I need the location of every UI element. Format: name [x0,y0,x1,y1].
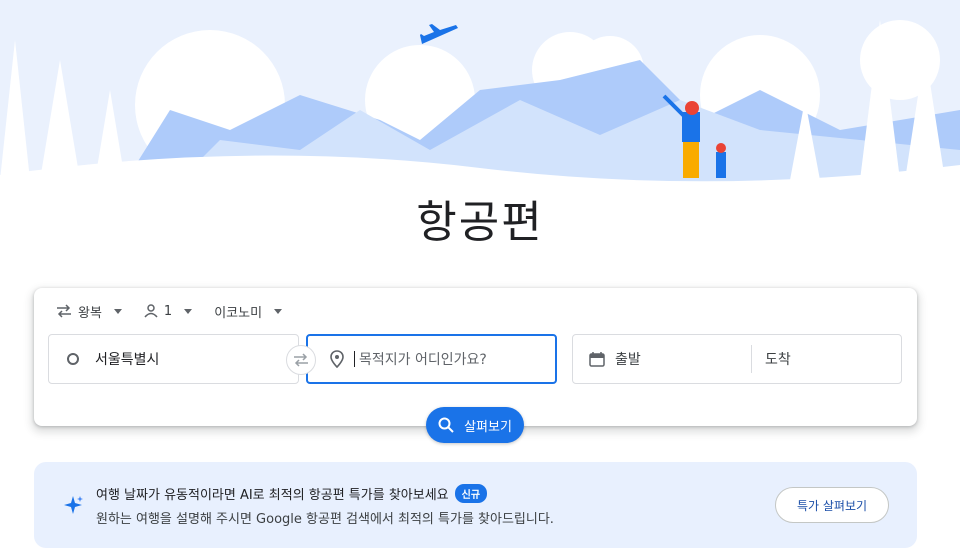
swap-arrows-icon [294,353,308,367]
explore-deals-button[interactable]: 특가 살펴보기 [775,487,889,523]
search-button[interactable]: 살펴보기 [426,407,524,443]
hero-illustration [0,0,960,200]
chevron-down-icon [274,308,283,314]
cabin-class-label: 이코노미 [214,305,263,321]
person-icon [144,304,158,318]
origin-value: 서울특별시 [95,352,160,368]
flight-search-card: 왕복 1 이코노미 서울특별시 목적지가 어디인가요? 출발 도착 살펴보기 [34,288,917,443]
passengers-select[interactable]: 1 [144,303,193,319]
promo-title-row: 여행 날짜가 유동적이라면 AI로 최적의 항공편 특가를 찾아보세요 신규 [96,484,488,503]
sparkle-icon [64,496,83,514]
swap-arrows-icon [57,304,71,318]
trip-type-label: 왕복 [78,305,102,321]
calendar-icon [589,352,605,367]
swap-button[interactable] [286,345,316,375]
text-cursor [354,351,355,367]
promo-subtitle: 원하는 여행을 설명해 주시면 Google 항공편 검색에서 최적의 특가를 … [96,512,554,527]
ai-deals-banner: 여행 날짜가 유동적이라면 AI로 최적의 항공편 특가를 찾아보세요 신규 원… [34,462,917,548]
origin-field[interactable]: 서울특별시 [48,334,299,384]
new-badge: 신규 [454,484,488,503]
search-button-label: 살펴보기 [464,419,512,435]
chevron-down-icon [184,308,193,314]
date-field[interactable]: 출발 도착 [572,334,902,384]
date-divider [751,345,752,373]
trip-options: 왕복 1 이코노미 [56,300,283,322]
origin-circle-icon [67,353,79,365]
location-pin-icon [330,350,344,368]
search-icon [438,417,454,433]
destination-placeholder: 목적지가 어디인가요? [359,352,487,368]
page-title: 항공편 [416,197,544,248]
chevron-down-icon [113,308,122,314]
destination-field[interactable]: 목적지가 어디인가요? [306,334,557,384]
departure-label: 출발 [615,352,641,368]
arrival-label: 도착 [765,352,791,368]
passengers-count: 1 [163,303,173,319]
trip-type-select[interactable]: 왕복 [56,302,122,321]
promo-title: 여행 날짜가 유동적이라면 AI로 최적의 항공편 특가를 찾아보세요 [96,488,449,503]
cabin-class-select[interactable]: 이코노미 [214,302,283,321]
airplane-icon [420,24,458,44]
